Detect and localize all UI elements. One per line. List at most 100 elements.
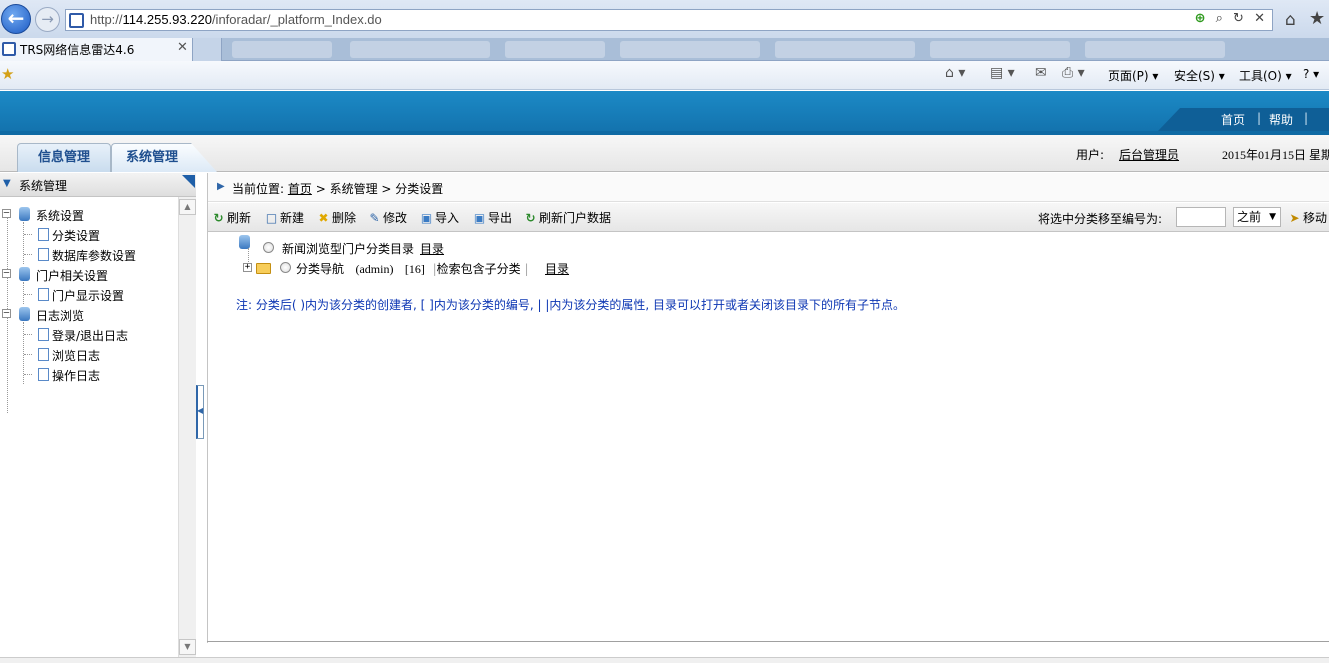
collapse-left-icon[interactable]: ◀	[197, 406, 203, 415]
new-button[interactable]: □ 新建	[264, 209, 304, 226]
import-button[interactable]: ▣ 导入	[419, 209, 459, 226]
collapse-icon[interactable]: –	[2, 269, 11, 278]
background-tab[interactable]	[1085, 41, 1225, 58]
sidebar-title: 系统管理	[19, 179, 68, 193]
position-select[interactable]: 之前 ▼	[1233, 207, 1281, 227]
home-menu-icon[interactable]: ⌂ ▾	[945, 65, 965, 81]
sidebar-item-login-log[interactable]: 登录/退出日志	[0, 325, 180, 345]
background-tab[interactable]	[620, 41, 760, 58]
sidebar-header[interactable]: ▼ 系统管理	[0, 173, 196, 197]
safety-menu[interactable]: 安全(S) ▾	[1174, 67, 1225, 84]
collapse-icon[interactable]: –	[2, 309, 11, 318]
sidebar-item-portal-display[interactable]: 门户显示设置	[0, 285, 180, 305]
compat-icon[interactable]: ⊕	[1195, 11, 1209, 26]
sidebar-item-category-settings[interactable]: 分类设置	[0, 225, 180, 245]
mail-icon[interactable]: ✉	[1035, 65, 1047, 81]
tab-favicon-icon	[2, 42, 16, 56]
background-tab[interactable]	[350, 41, 490, 58]
page-menu[interactable]: 页面(P) ▾	[1108, 67, 1158, 84]
refresh-icon[interactable]: ↻	[1233, 11, 1247, 26]
browser-tab-bar: TRS网络信息雷达4.6 ✕	[0, 38, 1329, 61]
document-icon	[38, 248, 49, 261]
browser-tab-active[interactable]: TRS网络信息雷达4.6 ✕	[0, 38, 193, 61]
export-button[interactable]: ▣ 导出	[472, 209, 512, 226]
document-icon	[38, 228, 49, 241]
note-text: 注: 分类后( )内为该分类的创建者, [ ]内为该分类的编号, | |内为该分…	[236, 298, 906, 312]
new-document-icon: □	[265, 211, 278, 225]
refresh-button[interactable]: ↻ 刷新	[211, 209, 251, 226]
sidebar-item-browse-log[interactable]: 浏览日志	[0, 345, 180, 365]
favorites-bar-icon[interactable]: ★	[1, 65, 14, 83]
sidebar-item-operation-log[interactable]: 操作日志	[0, 365, 180, 385]
breadcrumb-home-link[interactable]: 首页	[288, 182, 312, 196]
home-icon[interactable]: ⌂	[1285, 10, 1296, 30]
background-tab[interactable]	[505, 41, 605, 58]
category-tree: 新闻浏览型门户分类目录 目录 + 分类导航 (admin) [16] |检索包含…	[208, 233, 1329, 643]
site-favicon-icon	[69, 13, 84, 28]
stop-icon[interactable]: ✕	[1254, 11, 1268, 26]
delete-icon: ✖	[318, 211, 329, 225]
sidebar: ▼ 系统管理 – 系统设置 分类设置 数据库参数设置 – 门户相关设置 门户显示…	[0, 173, 196, 657]
sidebar-item-label: 数据库参数设置	[52, 249, 137, 263]
move-icon: ➤	[1289, 211, 1300, 225]
sidebar-item-database-params[interactable]: 数据库参数设置	[0, 245, 180, 265]
url-tools-icons[interactable]: ⊕ ⌕ ↻ ✕	[1195, 11, 1268, 26]
category-node[interactable]: 分类导航 (admin) [16] |检索包含子分类 |	[296, 260, 529, 277]
document-icon	[38, 368, 49, 381]
scroll-down-icon[interactable]: ▼	[179, 639, 196, 655]
edit-button[interactable]: ✎ 修改	[367, 209, 407, 226]
main-bottom-border	[207, 641, 1329, 642]
top-link-help[interactable]: 帮助	[1269, 111, 1293, 128]
expand-icon[interactable]: +	[243, 263, 252, 272]
top-link-home[interactable]: 首页	[1221, 111, 1245, 128]
new-tab-button[interactable]	[193, 38, 222, 61]
sidebar-item-label: 操作日志	[52, 369, 101, 383]
background-tab[interactable]	[232, 41, 332, 58]
help-menu-icon[interactable]: ? ▾	[1303, 67, 1319, 81]
tab-info-management[interactable]: 信息管理	[17, 143, 111, 172]
back-button[interactable]: ←	[1, 4, 31, 34]
collapse-icon[interactable]: –	[2, 209, 11, 218]
database-icon	[19, 307, 30, 321]
feeds-icon[interactable]: ▤ ▾	[990, 65, 1015, 81]
background-tab[interactable]	[930, 41, 1070, 58]
sidebar-item-label: 浏览日志	[52, 349, 101, 363]
category-radio[interactable]	[280, 262, 291, 273]
tools-menu[interactable]: 工具(O) ▾	[1239, 67, 1292, 84]
refresh-portal-button[interactable]: ↻ 刷新门户数据	[523, 209, 611, 226]
app-banner	[0, 91, 1329, 131]
root-directory-link[interactable]: 目录	[420, 240, 444, 257]
edit-icon: ✎	[369, 211, 380, 225]
document-icon	[38, 288, 49, 301]
favorites-star-icon[interactable]: ★	[1309, 8, 1325, 29]
sidebar-corner-icon	[182, 175, 195, 188]
move-target-input[interactable]	[1176, 207, 1226, 227]
delete-button[interactable]: ✖ 删除	[316, 209, 356, 226]
sidebar-item-log-browse[interactable]: – 日志浏览	[0, 305, 180, 325]
status-strip	[0, 657, 1329, 663]
folder-icon	[256, 263, 271, 274]
toolbar: ↻ 刷新 □ 新建 ✖ 删除 ✎ 修改 ▣ 导入 ▣ 导出 ↻ 刷新门户数据 将选中分类移至编…	[208, 203, 1329, 232]
sidebar-scrollbar[interactable]: ▲ ▼	[178, 197, 196, 657]
document-icon	[38, 348, 49, 361]
browser-command-bar: ★ ⌂ ▾ ▤ ▾ ✉ ⎙ ▾ 页面(P) ▾ 安全(S) ▾ 工具(O) ▾ …	[0, 61, 1329, 90]
tab-close-icon[interactable]: ✕	[177, 40, 188, 55]
search-icon[interactable]: ⌕	[1216, 11, 1226, 26]
scroll-up-icon[interactable]: ▲	[179, 199, 196, 215]
move-button[interactable]: ➤ 移动	[1287, 209, 1327, 226]
background-tab[interactable]	[775, 41, 915, 58]
user-name-link[interactable]: 后台管理员	[1119, 146, 1179, 163]
sidebar-item-portal-settings[interactable]: – 门户相关设置	[0, 265, 180, 285]
move-label: 将选中分类移至编号为:	[1038, 212, 1163, 226]
top-link-separator: |	[1257, 111, 1262, 125]
url-input[interactable]: http://114.255.93.220/inforadar/_platfor…	[65, 9, 1273, 31]
tab-system-management[interactable]: 系统管理	[111, 143, 217, 172]
root-category-label: 新闻浏览型门户分类目录	[282, 242, 415, 256]
forward-button[interactable]: →	[35, 7, 60, 32]
refresh-portal-icon: ↻	[525, 211, 536, 225]
print-icon[interactable]: ⎙ ▾	[1062, 65, 1085, 81]
sidebar-item-system-settings[interactable]: – 系统设置	[0, 205, 180, 225]
category-radio[interactable]	[263, 242, 274, 253]
node-directory-link[interactable]: 目录	[545, 260, 569, 277]
export-icon: ▣	[473, 211, 486, 225]
